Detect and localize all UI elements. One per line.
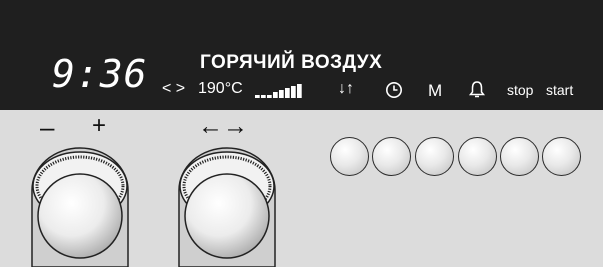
oven-control-panel: 9:36 ГОРЯЧИЙ ВОЗДУХ < > 190°C ↓↑ M stop … [0, 0, 603, 267]
power-bar-on [273, 92, 278, 98]
power-bar-on [279, 90, 284, 98]
temperature-readout: 190°C [198, 80, 243, 97]
minus-label: – [40, 112, 55, 142]
power-bar-off [255, 95, 260, 98]
power-bar-off [261, 95, 266, 98]
power-bar-on [285, 88, 290, 98]
updown-arrows-icon: ↓↑ [338, 80, 354, 97]
control-button-4[interactable] [458, 137, 497, 176]
control-button-5[interactable] [500, 137, 539, 176]
stop-label: stop [507, 82, 534, 98]
control-button-3[interactable] [415, 137, 454, 176]
power-level-bars [255, 84, 302, 98]
mode-label: ГОРЯЧИЙ ВОЗДУХ [200, 52, 383, 73]
power-bar-on [297, 84, 302, 98]
memory-label: M [428, 81, 443, 100]
control-button-6[interactable] [542, 137, 581, 176]
select-arrows: < > [162, 80, 186, 97]
right-rotary-knob[interactable] [173, 140, 281, 267]
control-button-1[interactable] [330, 137, 369, 176]
power-bar-off [267, 95, 272, 98]
power-bar-on [291, 86, 296, 98]
left-rotary-knob[interactable] [26, 140, 134, 267]
display-screen: 9:36 ГОРЯЧИЙ ВОЗДУХ < > 190°C ↓↑ M stop … [0, 0, 603, 110]
plus-label: + [92, 112, 107, 139]
control-button-2[interactable] [372, 137, 411, 176]
bell-icon [468, 81, 486, 98]
start-label: start [546, 82, 574, 98]
direction-arrows-label: ←→ [198, 112, 248, 140]
clock-readout: 9:36 [52, 52, 148, 96]
clock-icon [386, 82, 402, 98]
